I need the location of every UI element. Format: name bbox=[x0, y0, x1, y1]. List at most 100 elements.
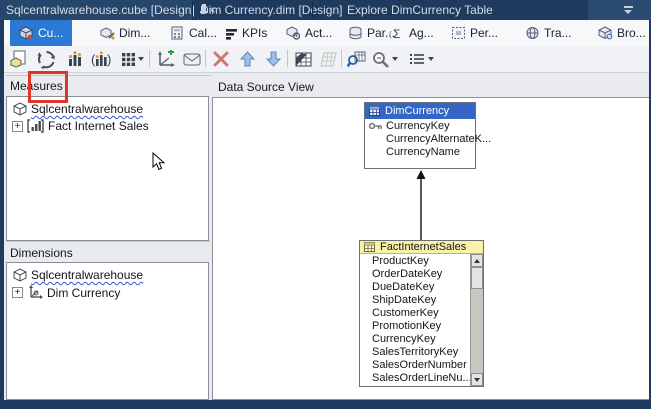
new-object-icon[interactable] bbox=[8, 48, 30, 70]
column-row: PromotionKey bbox=[360, 319, 483, 332]
column-row: SalesTerritoryKey bbox=[360, 345, 483, 358]
column-row: SalesOrderNumber bbox=[360, 358, 483, 371]
tab-dimension-usage[interactable]: Dim... bbox=[100, 20, 150, 46]
tab-partitions[interactable]: Par... bbox=[348, 20, 395, 46]
app-window: Sqlcentralwarehouse.cube [Design] × Dim … bbox=[0, 0, 651, 409]
tab-cube-design[interactable]: Sqlcentralwarehouse.cube [Design] × bbox=[0, 0, 192, 20]
tree-item-label: Fact Internet Sales bbox=[48, 119, 149, 133]
dsv-table-header[interactable]: FactInternetSales bbox=[360, 241, 483, 254]
tree-item-label: Sqlcentralwarehouse bbox=[31, 268, 143, 282]
column-name: CurrencyKey bbox=[372, 333, 436, 345]
tree-item-label: Sqlcentralwarehouse bbox=[31, 102, 143, 116]
list-options-dropdown-icon[interactable] bbox=[428, 57, 434, 61]
scrollbar-thumb[interactable] bbox=[471, 267, 483, 289]
tab-cube-structure[interactable]: Cu... bbox=[10, 20, 72, 46]
tree-item-cube[interactable]: Sqlcentralwarehouse bbox=[13, 102, 143, 116]
tab-list-button[interactable] bbox=[588, 0, 651, 20]
column-row: OrderDateKey bbox=[360, 267, 483, 280]
move-down-icon[interactable] bbox=[262, 48, 284, 70]
tab-actions[interactable]: Act... bbox=[286, 20, 332, 46]
tab-label: Act... bbox=[305, 26, 332, 40]
tab-label: Per... bbox=[470, 26, 498, 40]
column-row: ShipDateKey bbox=[360, 293, 483, 306]
tree-item-measure-group[interactable]: + Fact Internet Sales bbox=[12, 119, 149, 133]
show-grid-alt-icon[interactable] bbox=[317, 48, 339, 70]
tree-item-cube[interactable]: Sqlcentralwarehouse bbox=[13, 268, 143, 282]
tab-browser[interactable]: Bro... bbox=[598, 20, 646, 46]
tab-aggregations[interactable]: (Σ Ag... bbox=[389, 20, 434, 46]
translations-icon bbox=[525, 26, 540, 40]
cube-icon bbox=[13, 102, 27, 116]
measures-tree: Sqlcentralwarehouse + Fact Internet Sale… bbox=[6, 96, 209, 241]
kpi-icon bbox=[225, 27, 238, 40]
scroll-down-button[interactable] bbox=[471, 373, 483, 386]
column-row: CustomerKey bbox=[360, 306, 483, 319]
panel-divider bbox=[6, 241, 211, 242]
partitions-icon bbox=[348, 26, 363, 40]
dsv-table-dimcurrency[interactable]: DimCurrency CurrencyKey CurrencyAlternat… bbox=[364, 102, 476, 169]
column-name: SalesOrderLineNu... bbox=[372, 372, 472, 384]
tab-kpis[interactable]: KPIs bbox=[225, 20, 267, 46]
calculations-icon bbox=[170, 26, 185, 40]
expand-icon[interactable]: + bbox=[12, 287, 23, 298]
triangle-up-icon bbox=[474, 259, 480, 263]
table-icon bbox=[369, 106, 380, 116]
table-name: FactInternetSales bbox=[380, 241, 466, 253]
delete-icon[interactable] bbox=[210, 48, 232, 70]
perspectives-icon bbox=[451, 26, 466, 40]
mouse-cursor bbox=[152, 152, 165, 171]
table-name: DimCurrency bbox=[385, 105, 449, 117]
tab-separator bbox=[312, 2, 313, 18]
dimensions-tree: Sqlcentralwarehouse + Dim Currency bbox=[6, 262, 209, 400]
column-name: SalesOrderNumber bbox=[372, 359, 467, 371]
column-name: CurrencyAlternateK... bbox=[386, 133, 491, 145]
actions-icon bbox=[286, 26, 301, 40]
process-icon[interactable] bbox=[35, 48, 57, 70]
column-name: ProductKey bbox=[372, 255, 429, 267]
column-name: CurrencyKey bbox=[386, 120, 450, 132]
move-up-icon[interactable] bbox=[236, 48, 258, 70]
tab-dimension-design[interactable]: Dim Currency.dim [Design] bbox=[193, 0, 311, 20]
list-options-icon[interactable] bbox=[406, 48, 428, 70]
tree-item-dimension[interactable]: + Dim Currency bbox=[12, 285, 120, 300]
toolbar-separator bbox=[205, 50, 206, 67]
zoom-icon[interactable] bbox=[369, 48, 391, 70]
column-name: ShipDateKey bbox=[372, 294, 436, 306]
column-row: CurrencyAlternateK... bbox=[365, 132, 475, 145]
designer-tab-strip: Cu... Dim... Cal... KPIs Act... Par... bbox=[4, 20, 649, 46]
table-icon bbox=[364, 242, 375, 252]
grid-view-icon[interactable] bbox=[117, 48, 139, 70]
tab-calculations[interactable]: Cal... bbox=[170, 20, 217, 46]
tab-label: Bro... bbox=[617, 26, 646, 40]
add-cube-dimension-icon[interactable] bbox=[154, 48, 176, 70]
tab-perspectives[interactable]: Per... bbox=[451, 20, 498, 46]
column-row: DueDateKey bbox=[360, 280, 483, 293]
expand-icon[interactable]: + bbox=[12, 121, 23, 132]
column-row: ProductKey bbox=[360, 254, 483, 267]
tab-label: Cal... bbox=[189, 26, 217, 40]
column-name: DueDateKey bbox=[372, 281, 434, 293]
new-calculated-measure-icon[interactable]: () bbox=[90, 48, 112, 70]
tab-explore-table[interactable]: Explore DimCurrency Table bbox=[340, 0, 455, 20]
toolbar-separator bbox=[287, 50, 288, 67]
toolbar-separator bbox=[149, 50, 150, 67]
new-measure-icon[interactable] bbox=[64, 48, 86, 70]
grid-view-dropdown-icon[interactable] bbox=[138, 57, 144, 61]
show-grid-icon[interactable] bbox=[292, 48, 314, 70]
table-scrollbar[interactable] bbox=[470, 254, 483, 386]
tab-label: Cu... bbox=[38, 26, 63, 40]
client-area: Cu... Dim... Cal... KPIs Act... Par... bbox=[4, 20, 649, 400]
zoom-dropdown-icon[interactable] bbox=[392, 57, 398, 61]
dsv-table-header[interactable]: DimCurrency bbox=[365, 103, 475, 119]
table-body: ProductKey OrderDateKey DueDateKey ShipD… bbox=[360, 254, 483, 387]
column-row: RevisionNumber bbox=[360, 384, 483, 387]
toolbar: () bbox=[4, 46, 649, 73]
browser-icon bbox=[598, 26, 613, 40]
usage-icon[interactable] bbox=[181, 48, 203, 70]
tab-translations[interactable]: Tra... bbox=[525, 20, 572, 46]
dsv-table-factinternetsales[interactable]: FactInternetSales ProductKey OrderDateKe… bbox=[359, 240, 484, 387]
find-table-icon[interactable] bbox=[345, 48, 367, 70]
tab-label: Ag... bbox=[409, 26, 434, 40]
aggregations-icon: (Σ bbox=[389, 26, 405, 40]
scroll-up-button[interactable] bbox=[471, 254, 483, 267]
